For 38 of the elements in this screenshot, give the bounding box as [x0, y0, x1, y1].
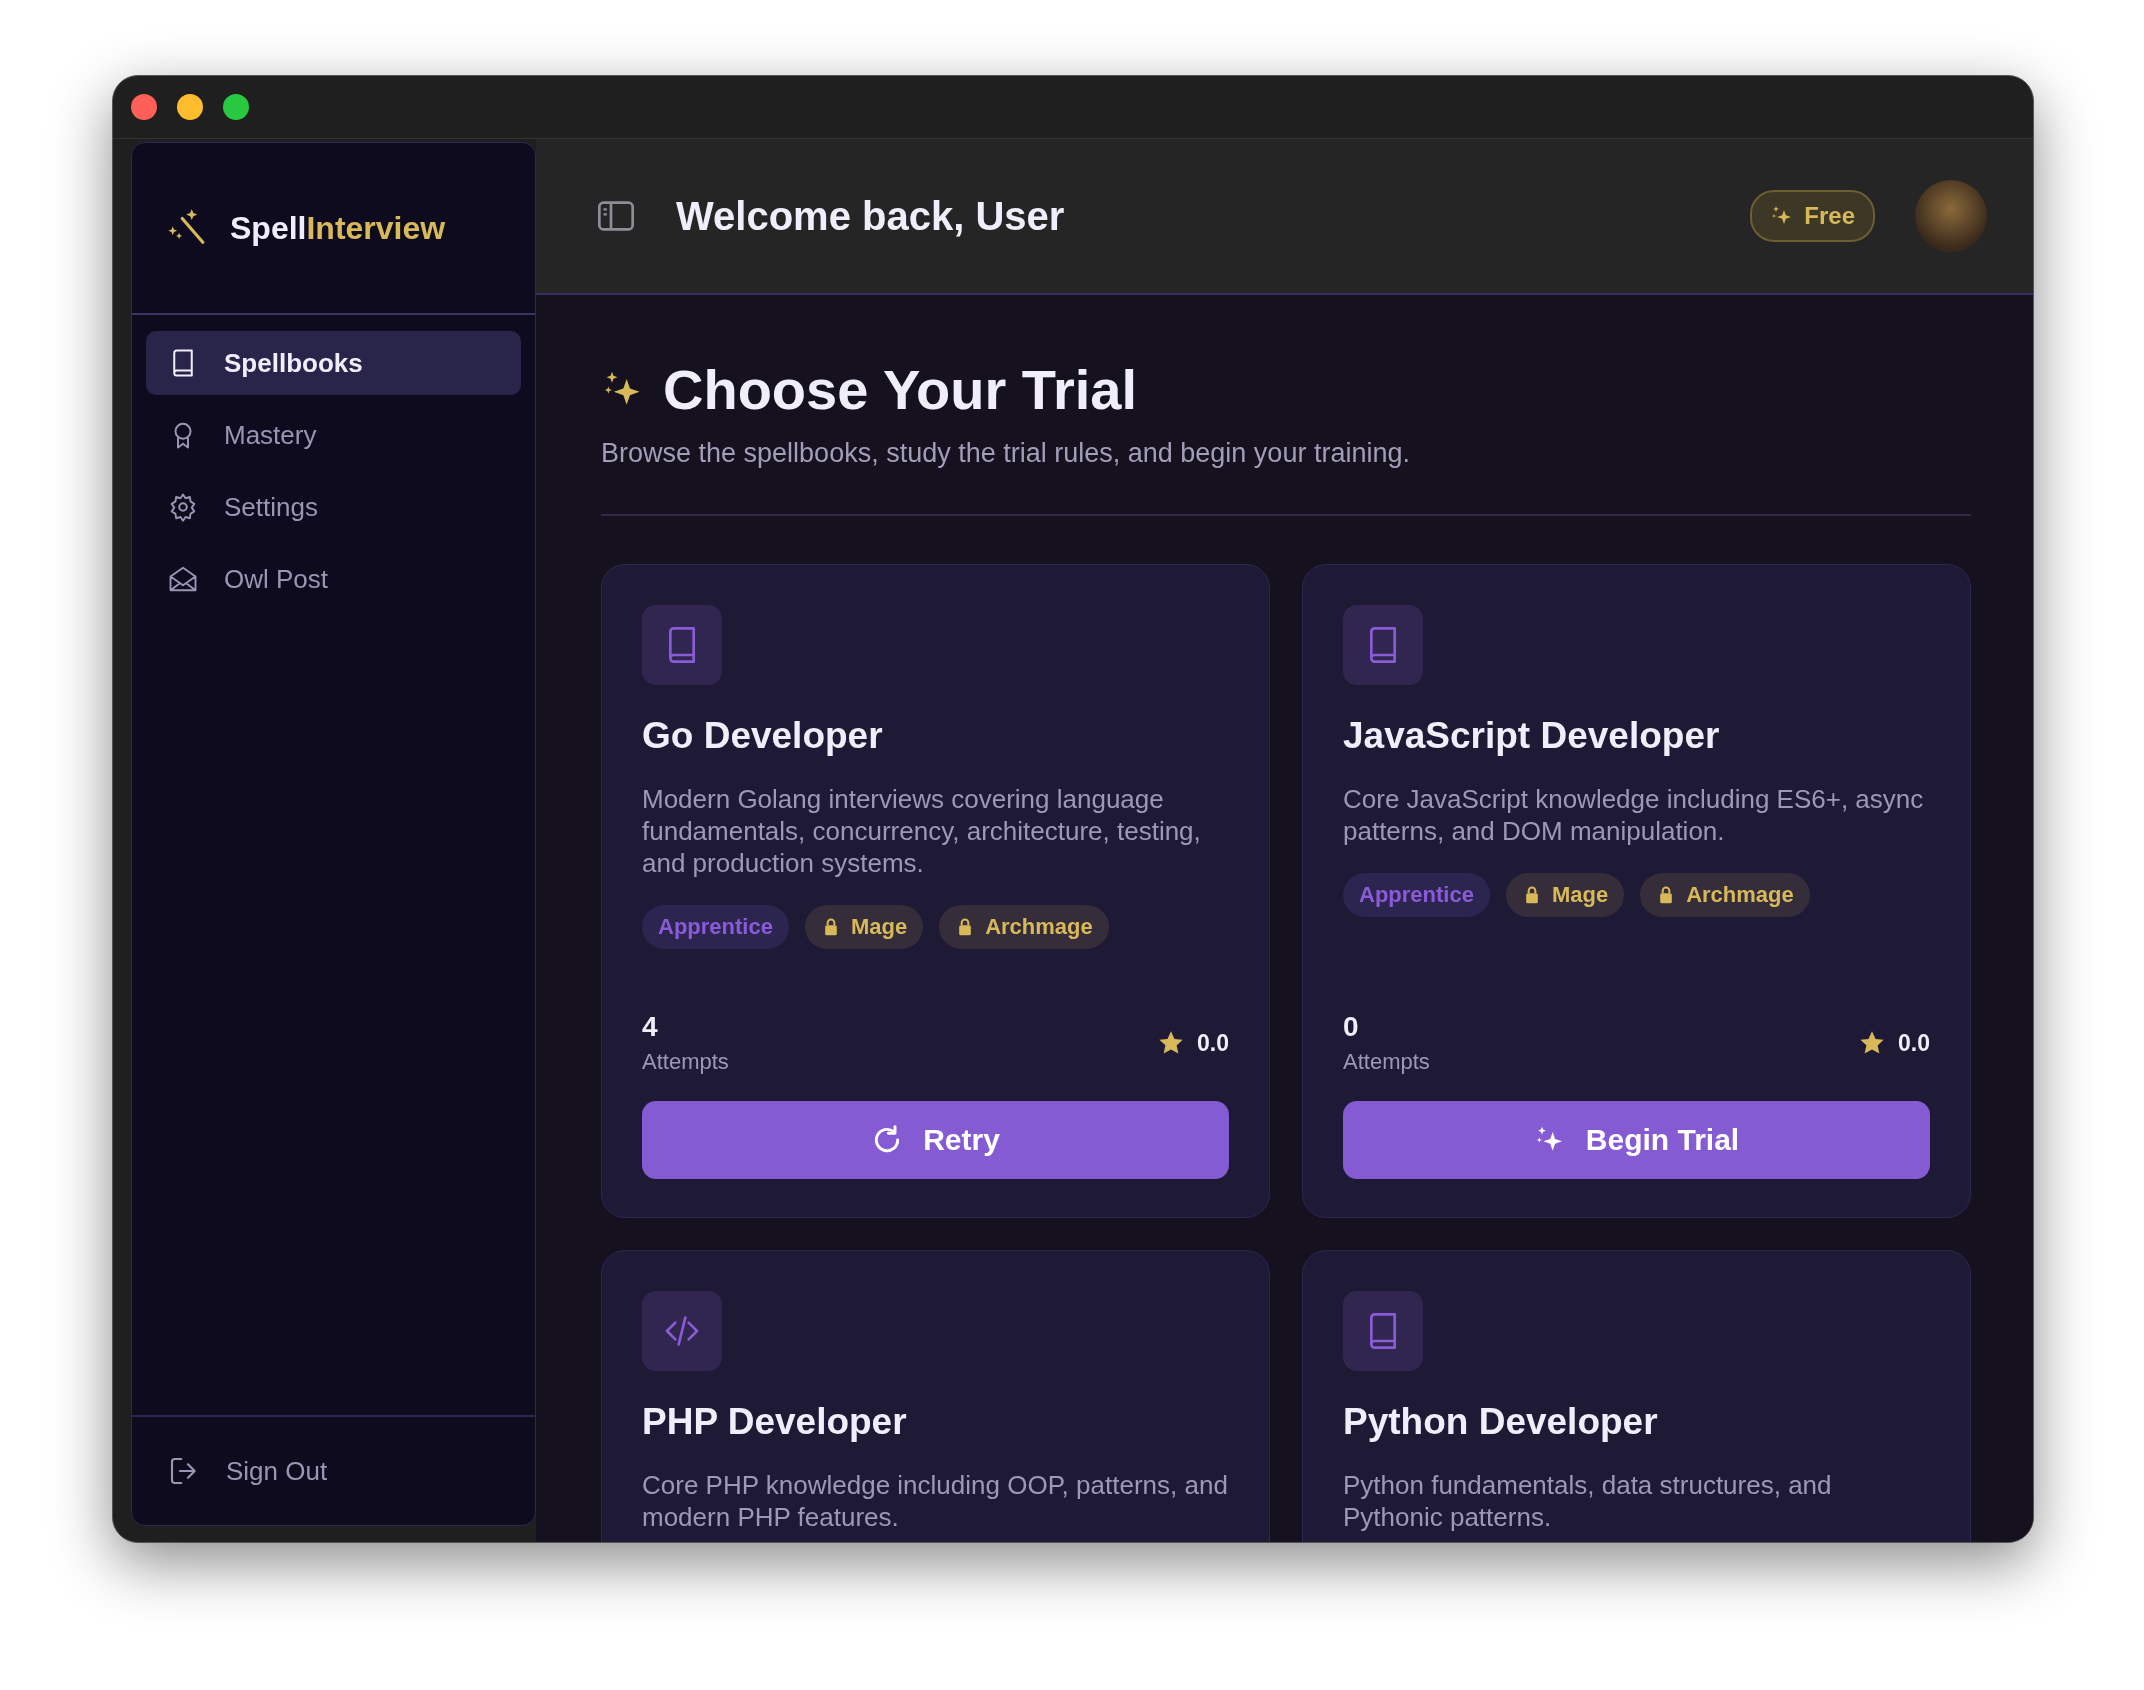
window-zoom-button[interactable]: [223, 94, 249, 120]
card-title: Python Developer: [1343, 1401, 1659, 1443]
window-minimize-button[interactable]: [177, 94, 203, 120]
page-subtitle: Browse the spellbooks, study the trial rules, and begin your training.: [601, 438, 1411, 469]
magic-wand-icon: [168, 209, 206, 247]
rating-value: 0.0: [1898, 1029, 1930, 1057]
rating-value: 0.0: [1197, 1029, 1229, 1057]
sign-out-button[interactable]: Sign Out: [146, 1439, 521, 1503]
attempts-label: Attempts: [642, 1049, 729, 1075]
page-title: Choose Your Trial: [663, 357, 1138, 422]
card-title: Go Developer: [642, 715, 884, 757]
retry-button[interactable]: Retry: [642, 1101, 1229, 1179]
attempts-label: Attempts: [1343, 1049, 1430, 1075]
welcome-title: Welcome back, User: [676, 193, 1066, 239]
level-tag: Mage: [1505, 873, 1625, 917]
sidebar-item[interactable]: Mastery: [146, 403, 521, 467]
card-description: Core PHP knowledge including OOP, patterns, and modern PHP features.: [642, 1469, 1229, 1533]
attempts-count: 0: [1343, 1011, 1360, 1043]
envelope-icon: [168, 564, 198, 594]
card-description: Modern Golang interviews covering language fundamentals, concurrency, architecture, testing, and production systems.: [642, 783, 1202, 879]
level-tag: Apprentice: [642, 905, 789, 949]
sidebar-item[interactable]: Settings: [146, 475, 521, 539]
attempts-count: 4: [642, 1011, 659, 1043]
begin-trial-button[interactable]: Begin Trial: [1343, 1101, 1930, 1179]
level-tag: Archmage: [939, 905, 1109, 949]
level-tag: Archmage: [1640, 873, 1810, 917]
card-title: JavaScript Developer: [1343, 715, 1721, 757]
card-title: PHP Developer: [642, 1401, 908, 1443]
card-description: Core JavaScript knowledge including ES6+, async patterns, and DOM manipulation.: [1343, 783, 1925, 847]
app-logo-text: SpellInterview: [230, 209, 446, 247]
card-description: Python fundamentals, data structures, and Pythonic patterns.: [1343, 1469, 1833, 1533]
plan-badge: Free: [1750, 190, 1875, 242]
level-tag: Mage: [804, 905, 924, 949]
sidebar-item[interactable]: Owl Post: [146, 547, 521, 611]
level-tag: Apprentice: [1343, 873, 1490, 917]
window-close-button[interactable]: [131, 94, 157, 120]
sidebar-item[interactable]: Spellbooks: [146, 331, 521, 395]
settings-icon: [168, 492, 198, 522]
